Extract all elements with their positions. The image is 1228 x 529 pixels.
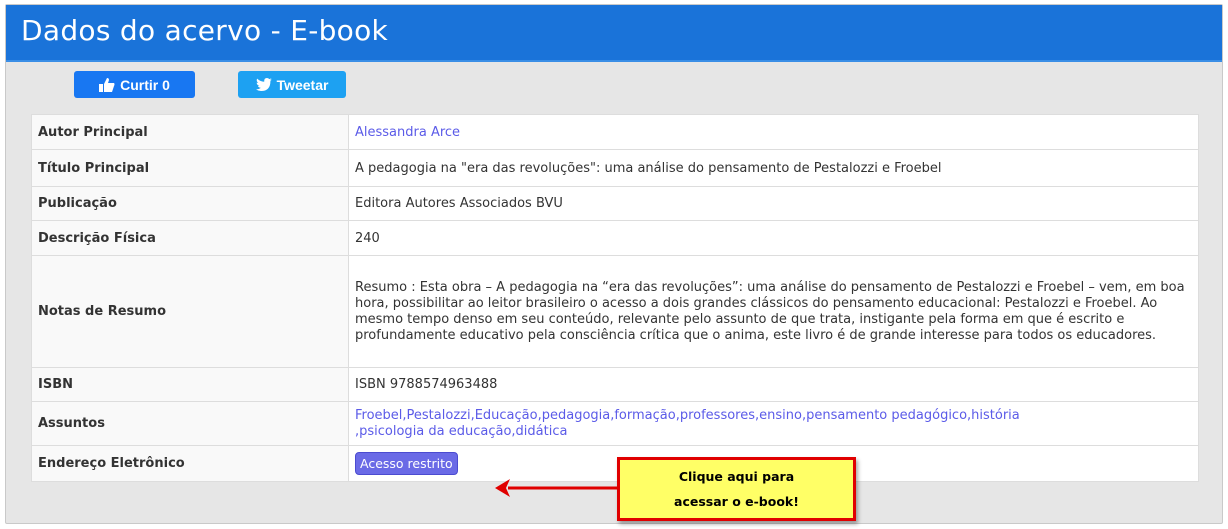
restricted-access-button[interactable]: Acesso restrito <box>355 452 458 475</box>
like-button[interactable]: Curtir 0 <box>74 71 195 98</box>
table-row: ISBN ISBN 9788574963488 <box>31 367 1199 402</box>
table-row: Autor Principal Alessandra Arce <box>31 114 1199 150</box>
page-title: Dados do acervo - E-book <box>21 14 389 47</box>
physical-value: 240 <box>348 220 1199 256</box>
url-label: Endereço Eletrônico <box>31 445 349 482</box>
title-value: A pedagogia na "era das revoluções": uma… <box>348 149 1199 187</box>
title-label: Título Principal <box>31 149 349 187</box>
like-label: Curtir 0 <box>120 76 170 93</box>
subjects-value: Froebel,Pestalozzi,Educação,pedagogia,fo… <box>348 401 1199 446</box>
isbn-value: ISBN 9788574963488 <box>348 367 1199 402</box>
tweet-button[interactable]: Tweetar <box>238 71 346 98</box>
author-link[interactable]: Alessandra Arce <box>355 125 460 140</box>
tweet-label: Tweetar <box>276 76 329 93</box>
table-row: Publicação Editora Autores Associados BV… <box>31 186 1199 221</box>
callout-line: acessar o e-book! <box>674 494 799 509</box>
author-label: Autor Principal <box>31 114 349 150</box>
publication-label: Publicação <box>31 186 349 221</box>
thumbs-up-icon <box>99 77 115 92</box>
callout-line: Clique aqui para <box>678 469 795 484</box>
physical-label: Descrição Física <box>31 220 349 256</box>
record-table: Autor Principal Alessandra Arce Título P… <box>31 114 1199 482</box>
table-row: Título Principal A pedagogia na "era das… <box>31 149 1199 187</box>
title-bar: Dados do acervo - E-book <box>6 5 1222 62</box>
subjects-link-line[interactable]: ,psicologia da educação,didática <box>355 424 1192 440</box>
subjects-link-line[interactable]: Froebel,Pestalozzi,Educação,pedagogia,fo… <box>355 408 1192 424</box>
table-row: Assuntos Froebel,Pestalozzi,Educação,ped… <box>31 401 1199 446</box>
arrow-left-icon <box>495 479 618 497</box>
publication-value: Editora Autores Associados BVU <box>348 186 1199 221</box>
twitter-bird-icon <box>255 78 272 91</box>
subjects-label: Assuntos <box>31 401 349 446</box>
callout-box: Clique aqui para acessar o e-book! <box>617 457 856 521</box>
table-row: Descrição Física 240 <box>31 220 1199 256</box>
table-row: Notas de Resumo Resumo : Esta obra – A p… <box>31 255 1199 368</box>
summary-value: Resumo : Esta obra – A pedagogia na “era… <box>348 255 1199 368</box>
isbn-label: ISBN <box>31 367 349 402</box>
summary-label: Notas de Resumo <box>31 255 349 368</box>
